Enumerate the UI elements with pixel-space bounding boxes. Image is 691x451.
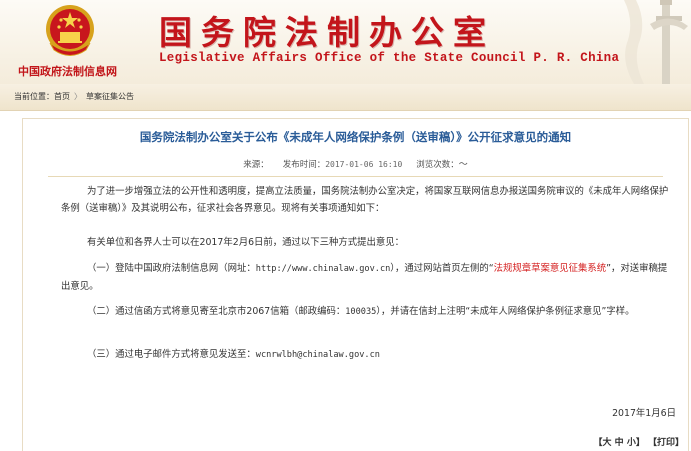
article-paragraph-intro: 为了进一步增强立法的公开性和透明度，提高立法质量，国务院法制办公室决定，将国家互… [61,186,669,214]
font-size-open-bracket: 【 [593,438,603,448]
views-label: 浏览次数： [416,160,459,170]
breadcrumb: 当前位置：首页〉草案征集公告 [0,84,691,111]
views-counter-icon: ～ [458,160,468,170]
site-title-english: Legislative Affairs Office of the State … [159,51,620,65]
font-size-large-button[interactable]: 大 [603,438,612,448]
article-paragraph-method-2: （二）通过信函方式将意见寄至北京市2067信箱（邮政编码：100035），并请在… [61,303,675,321]
draft-opinion-system-link[interactable]: 法规规章草案意见征集系统 [494,263,607,274]
national-emblem-icon [46,5,94,56]
article-paragraph-method-3: （三）通过电子邮件方式将意见发送至：wcnrwlbh@chinalaw.gov.… [87,346,675,364]
published-label: 发布时间： [282,160,326,170]
article-panel: 国务院法制办公室关于公布《未成年人网络保护条例（送审稿）》公开征求意见的通知 来… [22,118,689,451]
title-divider [48,176,663,177]
article-date: 2017年1月6日 [612,408,676,419]
breadcrumb-prefix: 当前位置： [14,92,54,101]
font-size-close-bracket: 】 [635,438,645,448]
method-1-text-b: ），通过网站首页左侧的“ [390,263,494,274]
method-2-text-a: （二）通过信函方式将意见寄至北京市2067信箱（邮政编码： [87,306,346,317]
site-banner: 中国政府法制信息网 国务院法制办公室 Legislative Affairs O… [0,0,691,84]
font-size-small-button[interactable]: 小 [627,438,636,448]
huabiao-pillar-icon [624,0,688,84]
source-label: 来源： [243,160,269,170]
gov-site-label[interactable]: 中国政府法制信息网 [18,63,117,79]
breadcrumb-home-link[interactable]: 首页 [54,92,70,101]
font-size-medium-button[interactable]: 中 [615,438,624,448]
method-1-text-a: （一）登陆中国政府法制信息网（网址： [87,263,256,274]
article-paragraph-method-1: （一）登陆中国政府法制信息网（网址：http://www.chinalaw.go… [61,260,675,295]
method-3-text: （三）通过电子邮件方式将意见发送至： [87,349,256,360]
article-paragraph-deadline: 有关单位和各界人士可以在2017年2月6日前，通过以下三种方式提出意见： [87,237,405,248]
feedback-email: wcnrwlbh@chinalaw.gov.cn [255,350,380,360]
breadcrumb-current-link[interactable]: 草案征集公告 [86,92,134,101]
published-time: 2017-01-06 16:10 [325,160,403,169]
article-title: 国务院法制办公室关于公布《未成年人网络保护条例（送审稿）》公开征求意见的通知 [139,130,572,144]
method-2-text-b: ），并请在信封上注明“未成年人网络保护条例征求意见”字样。 [376,306,635,317]
site-title: 国务院法制办公室 [159,13,495,52]
website-url: http://www.chinalaw.gov.cn [255,264,391,274]
print-button[interactable]: 【打印】 [648,438,684,448]
breadcrumb-separator: 〉 [74,92,82,101]
postal-code: 100035 [345,307,377,317]
article-meta: 来源： 发布时间：2017-01-06 16:10 浏览次数：～ [23,157,688,170]
article-tools: 【大 中 小】 【打印】 [593,435,684,448]
